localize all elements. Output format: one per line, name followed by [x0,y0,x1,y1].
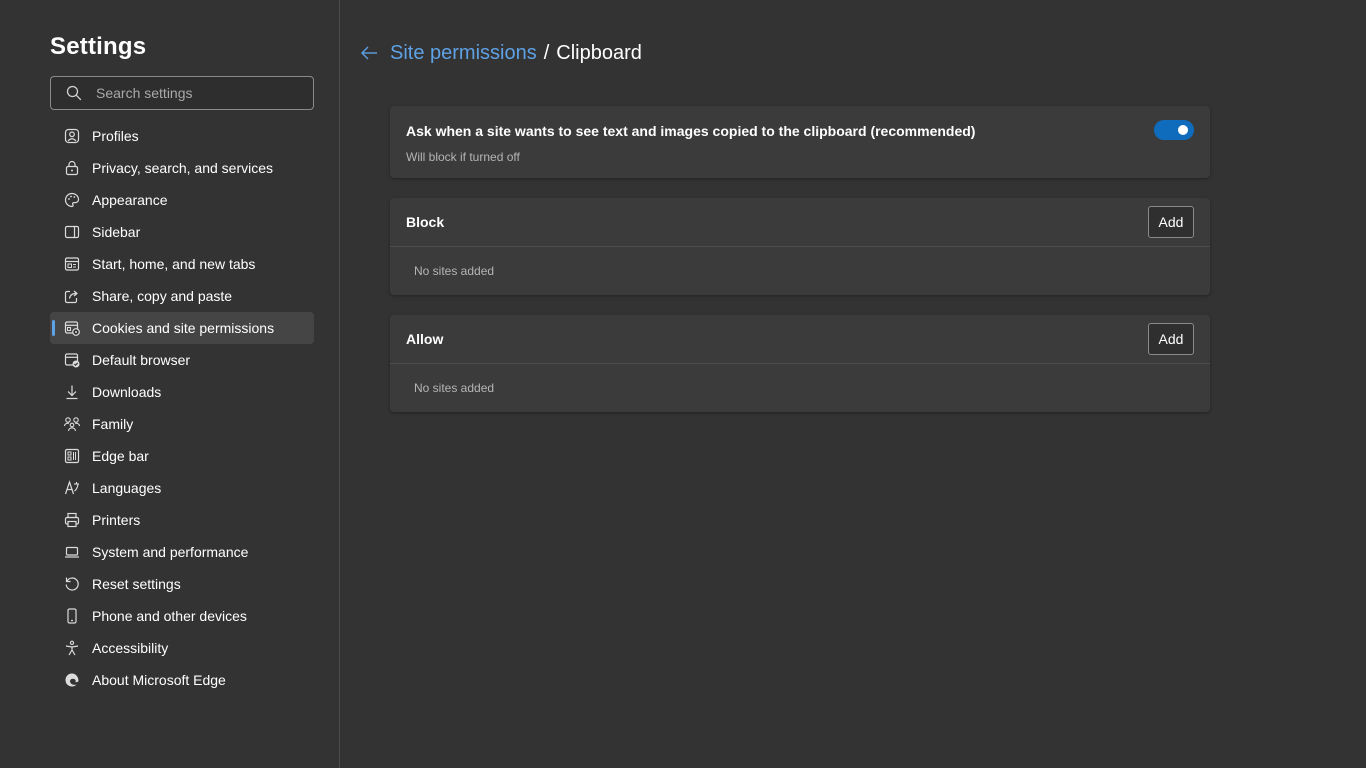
clipboard-ask-card: Ask when a site wants to see text and im… [390,106,1210,178]
phone-icon [63,607,81,625]
sidebar-item-languages[interactable]: Languages [50,472,314,504]
sidebar-item-label: Default browser [92,352,191,368]
back-arrow-icon [361,46,377,60]
printer-icon [63,511,81,529]
toggle-knob [1178,125,1188,135]
sidebar-item-label: About Microsoft Edge [92,672,226,688]
sidebar-item-accessibility[interactable]: Accessibility [50,632,314,664]
sidebar-item-label: Family [92,416,134,432]
allow-title: Allow [406,331,444,347]
allow-header: Allow Add [390,315,1210,364]
sidebar: Settings Profiles Privacy, search, and s… [0,0,340,768]
sidebar-item-label: Profiles [92,128,139,144]
page-title: Clipboard [556,41,642,64]
sidebar-item-start-home[interactable]: Start, home, and new tabs [50,248,314,280]
sidebar-item-label: Cookies and site permissions [92,320,275,336]
sidebar-item-family[interactable]: Family [50,408,314,440]
sidebar-item-label: Phone and other devices [92,608,247,624]
sidebar-icon [63,223,81,241]
sidebar-item-privacy[interactable]: Privacy, search, and services [50,152,314,184]
sidebar-item-label: Start, home, and new tabs [92,256,256,272]
back-button[interactable] [358,42,380,64]
allow-add-button[interactable]: Add [1148,323,1194,355]
edge-logo-icon [63,671,81,689]
sidebar-item-downloads[interactable]: Downloads [50,376,314,408]
block-header: Block Add [390,198,1210,247]
sidebar-item-phone[interactable]: Phone and other devices [50,600,314,632]
sidebar-item-label: System and performance [92,544,249,560]
sidebar-item-label: Accessibility [92,640,169,656]
laptop-icon [63,543,81,561]
home-tabs-icon [63,255,81,273]
palette-icon [63,191,81,209]
sidebar-item-label: Reset settings [92,576,181,592]
sidebar-item-default-browser[interactable]: Default browser [50,344,314,376]
search-icon [66,85,82,101]
search-box[interactable] [50,76,314,110]
lock-icon [63,159,81,177]
sidebar-item-sidebar[interactable]: Sidebar [50,216,314,248]
main-content: Site permissions / Clipboard Ask when a … [340,0,1366,768]
download-icon [63,383,81,401]
clipboard-ask-description: Will block if turned off [406,150,520,164]
accessibility-icon [63,639,81,657]
block-empty-text: No sites added [414,264,495,278]
settings-nav: Profiles Privacy, search, and services A… [50,120,314,696]
sidebar-item-share[interactable]: Share, copy and paste [50,280,314,312]
sidebar-item-label: Printers [92,512,141,528]
share-icon [63,287,81,305]
clipboard-ask-label: Ask when a site wants to see text and im… [406,123,976,139]
allow-section: Allow Add No sites added [390,315,1210,412]
sidebar-item-label: Downloads [92,384,162,400]
sidebar-item-label: Privacy, search, and services [92,160,274,176]
sidebar-item-profiles[interactable]: Profiles [50,120,314,152]
allow-empty-text: No sites added [414,381,495,395]
sidebar-item-system[interactable]: System and performance [50,536,314,568]
sidebar-item-printers[interactable]: Printers [50,504,314,536]
block-add-button[interactable]: Add [1148,206,1194,238]
block-title: Block [406,214,445,230]
search-input[interactable] [96,85,313,101]
settings-app: Settings Profiles Privacy, search, and s… [0,0,1366,768]
sidebar-item-appearance[interactable]: Appearance [50,184,314,216]
sidebar-item-label: Languages [92,480,162,496]
sidebar-item-about[interactable]: About Microsoft Edge [50,664,314,696]
languages-icon [63,479,81,497]
sidebar-item-label: Share, copy and paste [92,288,233,304]
settings-title: Settings [50,33,147,60]
edge-bar-icon [63,447,81,465]
sidebar-item-label: Appearance [92,192,168,208]
breadcrumb: Site permissions / Clipboard [358,40,642,66]
profile-icon [63,127,81,145]
default-browser-icon [63,351,81,369]
block-section: Block Add No sites added [390,198,1210,295]
sidebar-item-edge-bar[interactable]: Edge bar [50,440,314,472]
breadcrumb-separator: / [543,41,550,64]
breadcrumb-site-permissions-link[interactable]: Site permissions [390,42,537,65]
sidebar-item-cookies[interactable]: Cookies and site permissions [50,312,314,344]
sidebar-item-label: Sidebar [92,224,141,240]
sidebar-item-reset[interactable]: Reset settings [50,568,314,600]
sidebar-item-label: Edge bar [92,448,149,464]
clipboard-ask-toggle[interactable] [1154,120,1194,140]
cookies-permissions-icon [63,319,81,337]
reset-icon [63,575,81,593]
family-icon [63,415,81,433]
